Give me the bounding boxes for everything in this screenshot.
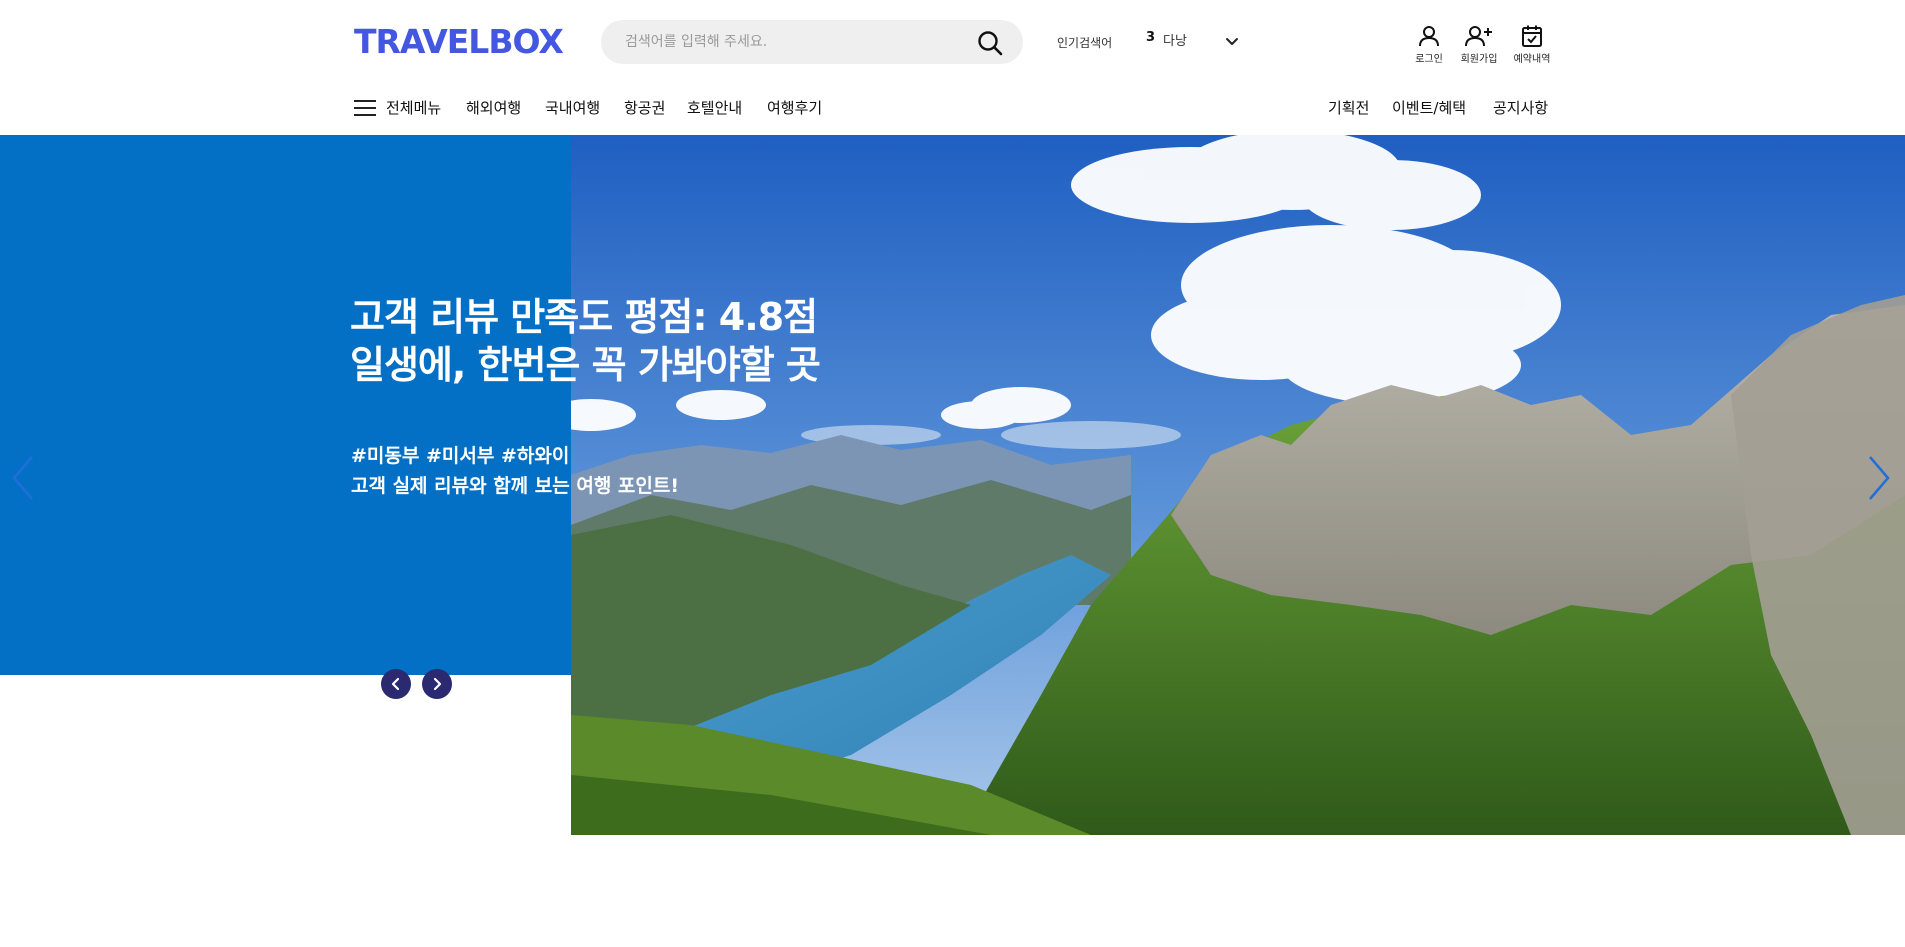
search-icon[interactable] [977,30,1003,56]
popular-keyword[interactable]: 다낭 [1163,30,1187,49]
all-menu-button[interactable]: 전체메뉴 [354,97,441,118]
chevron-left-icon [391,677,400,691]
user-plus-icon [1465,26,1492,47]
hero-description: 고객 실제 리뷰와 함께 보는 여행 포인트! [351,475,680,497]
search-bar [601,20,1023,64]
nav-item-domestic[interactable]: 국내여행 [545,97,600,118]
user-icon [1419,26,1439,47]
slide-next-button[interactable] [422,669,452,699]
hero-image [571,135,1905,835]
signup-button[interactable]: 회원가입 [1455,24,1503,65]
popular-keyword-rank: 3 [1146,30,1156,45]
calendar-check-icon [1522,25,1542,47]
search-input[interactable] [625,20,955,64]
nav-item-overseas[interactable]: 해외여행 [466,97,521,118]
login-button[interactable]: 로그인 [1405,24,1453,65]
site-header: TRAVELBOX 인기검색어 3 다낭 로그인 회원가입 [0,0,1905,135]
reservations-label: 예약내역 [1513,54,1551,65]
chevron-left-icon[interactable] [10,453,36,503]
login-label: 로그인 [1415,54,1443,65]
hero-subtitle: #미동부 #미서부 #하와이 고객 실제 리뷰와 함께 보는 여행 포인트! [351,441,679,501]
hero-title: 고객 리뷰 만족도 평점: 4.8점 일생에, 한번은 꼭 가봐야할 곳 [350,293,821,389]
chevron-down-icon[interactable] [1224,34,1240,50]
main-navigation: 전체메뉴 해외여행 국내여행 항공권 호텔안내 여행후기 기획전 이벤트/혜택 … [0,96,1905,120]
logo[interactable]: TRAVELBOX [354,22,564,61]
nav-item-hotels[interactable]: 호텔안내 [687,97,742,118]
hero-text-panel [0,135,571,675]
hero-banner: 고객 리뷰 만족도 평점: 4.8점 일생에, 한번은 꼭 가봐야할 곳 #미동… [0,135,1905,835]
chevron-right-icon [433,677,442,691]
hero-title-line2: 일생에, 한번은 꼭 가봐야할 곳 [350,343,821,387]
chevron-right-icon[interactable] [1866,453,1892,503]
nav-item-reviews[interactable]: 여행후기 [767,97,822,118]
reservations-button[interactable]: 예약내역 [1508,24,1556,65]
hero-title-line1: 고객 리뷰 만족도 평점: 4.8점 [350,295,818,339]
popular-keywords-label: 인기검색어 [1057,36,1113,50]
hamburger-icon [354,99,376,116]
all-menu-label: 전체메뉴 [386,99,442,117]
nav-item-specials[interactable]: 기획전 [1328,97,1369,118]
nav-item-flights[interactable]: 항공권 [624,97,665,118]
signup-label: 회원가입 [1460,54,1498,65]
hero-tags: #미동부 #미서부 #하와이 [351,445,570,467]
nav-item-events[interactable]: 이벤트/혜택 [1392,97,1466,118]
nav-item-notices[interactable]: 공지사항 [1493,97,1548,118]
slide-prev-button[interactable] [381,669,411,699]
